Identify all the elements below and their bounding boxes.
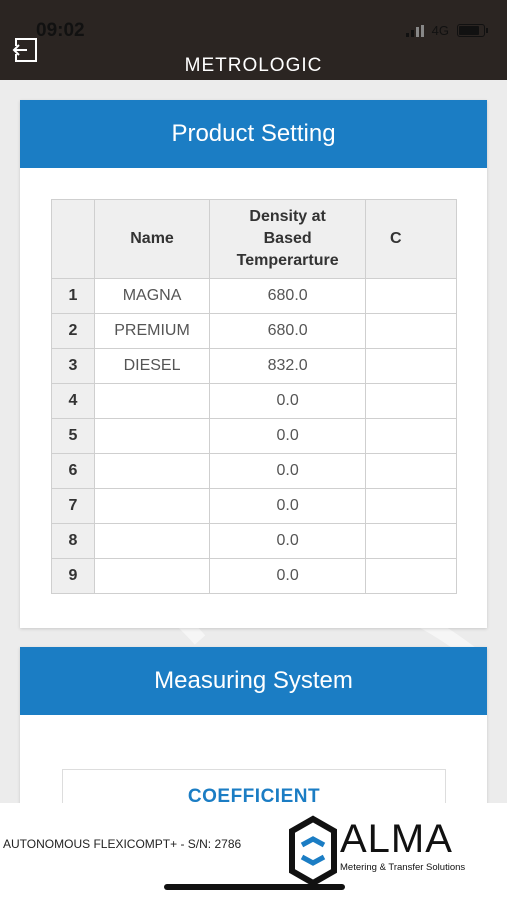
next-column-cell <box>365 313 457 349</box>
row-index: 7 <box>51 488 95 524</box>
product-setting-card: Product Setting Name Density at Based Te… <box>20 100 487 628</box>
row-index: 6 <box>51 453 95 489</box>
home-indicator[interactable] <box>164 884 345 890</box>
table-row[interactable]: 7 0.0 <box>51 488 457 524</box>
product-name[interactable] <box>93 453 211 489</box>
next-column-cell <box>365 278 457 314</box>
table-row[interactable]: 2 PREMIUM 680.0 <box>51 313 457 349</box>
logo-wordmark: ALMA <box>340 817 453 861</box>
status-indicators: 4G <box>405 23 488 38</box>
product-table-scroll[interactable]: Name Density at Based Temperarture C 1 MA… <box>51 199 457 599</box>
row-index: 4 <box>51 383 95 419</box>
column-header-next: C <box>365 199 457 279</box>
table-row[interactable]: 4 0.0 <box>51 383 457 419</box>
product-density[interactable]: 680.0 <box>209 278 367 314</box>
measuring-system-title: Measuring System <box>20 647 487 715</box>
product-density[interactable]: 0.0 <box>209 488 367 524</box>
network-label: 4G <box>431 23 449 38</box>
alma-hexagon-icon <box>289 815 337 887</box>
product-name[interactable]: DIESEL <box>93 348 211 384</box>
signal-icon <box>405 24 424 37</box>
product-name[interactable]: PREMIUM <box>93 313 211 349</box>
product-density[interactable]: 0.0 <box>209 453 367 489</box>
table-row[interactable]: 1 MAGNA 680.0 <box>51 278 457 314</box>
product-name[interactable] <box>93 488 211 524</box>
product-name[interactable] <box>93 523 211 559</box>
next-column-cell <box>365 453 457 489</box>
product-name[interactable] <box>93 383 211 419</box>
column-header-density: Density at Based Temperarture <box>209 199 367 279</box>
table-header-row: Name Density at Based Temperarture C <box>51 199 457 279</box>
row-index: 2 <box>51 313 95 349</box>
next-column-cell <box>365 418 457 454</box>
next-column-cell <box>365 558 457 594</box>
next-column-cell <box>365 523 457 559</box>
product-density[interactable]: 832.0 <box>209 348 367 384</box>
table-row[interactable]: 3 DIESEL 832.0 <box>51 348 457 384</box>
app-title: METROLOGIC <box>184 55 323 76</box>
table-row[interactable]: 5 0.0 <box>51 418 457 454</box>
product-name[interactable] <box>93 418 211 454</box>
product-name[interactable]: MAGNA <box>93 278 211 314</box>
product-table: Name Density at Based Temperarture C 1 MA… <box>51 199 457 594</box>
row-index: 1 <box>51 278 95 314</box>
row-index: 3 <box>51 348 95 384</box>
row-index: 5 <box>51 418 95 454</box>
next-column-cell <box>365 383 457 419</box>
table-row[interactable]: 8 0.0 <box>51 523 457 559</box>
device-serial: AUTONOMOUS FLEXICOMPT+ - S/N: 2786 <box>3 837 242 851</box>
table-row[interactable]: 9 0.0 <box>51 558 457 594</box>
product-setting-title: Product Setting <box>20 100 487 168</box>
product-name[interactable] <box>93 558 211 594</box>
top-bar: 09:02 4G METROLOGIC <box>0 0 507 80</box>
next-column-cell <box>365 488 457 524</box>
table-row[interactable]: 6 0.0 <box>51 453 457 489</box>
product-density[interactable]: 0.0 <box>209 418 367 454</box>
product-density[interactable]: 0.0 <box>209 523 367 559</box>
next-column-cell <box>365 348 457 384</box>
alma-logo: ALMA Metering & Transfer Solutions <box>288 815 488 887</box>
column-header-index <box>51 199 95 279</box>
row-index: 9 <box>51 558 95 594</box>
battery-icon <box>457 24 488 37</box>
row-index: 8 <box>51 523 95 559</box>
product-density[interactable]: 680.0 <box>209 313 367 349</box>
status-time: 09:02 <box>36 20 85 41</box>
product-density[interactable]: 0.0 <box>209 558 367 594</box>
product-density[interactable]: 0.0 <box>209 383 367 419</box>
logo-tagline: Metering & Transfer Solutions <box>340 862 466 873</box>
column-header-name: Name <box>93 199 211 279</box>
